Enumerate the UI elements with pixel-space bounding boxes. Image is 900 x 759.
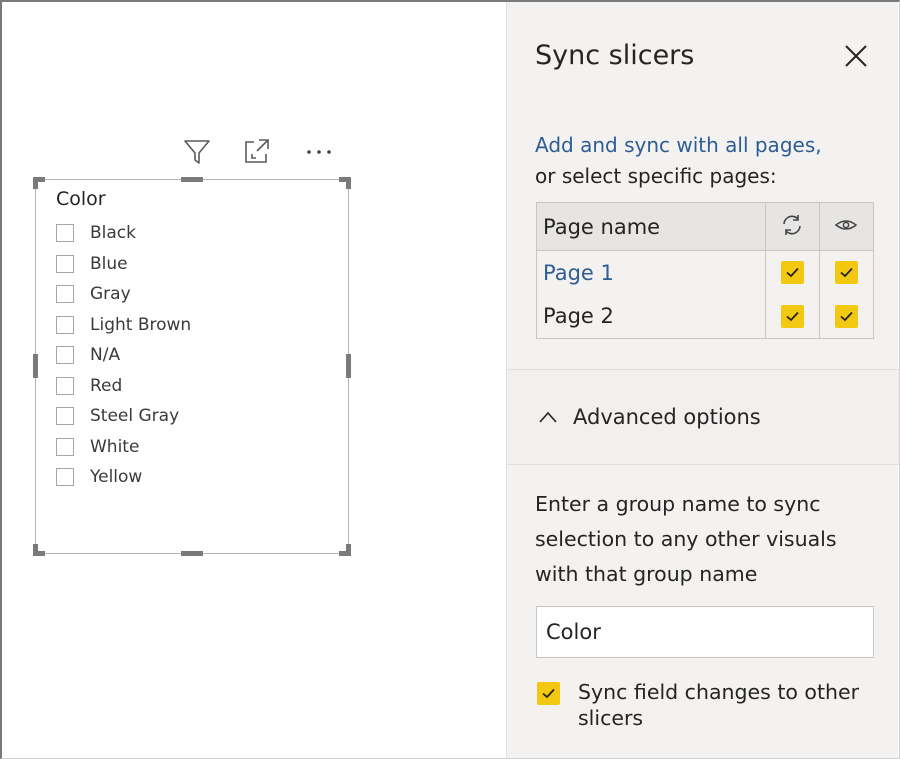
- page-name[interactable]: Page 1: [543, 261, 614, 285]
- resize-handle[interactable]: [346, 354, 351, 378]
- resize-handle[interactable]: [33, 544, 38, 556]
- add-sync-all-pages-link[interactable]: Add and sync with all pages,: [535, 130, 822, 161]
- slicer-item-label: N/A: [90, 345, 121, 366]
- advanced-options-label: Advanced options: [573, 405, 761, 429]
- table-row: Page 1: [536, 250, 875, 295]
- slicer-checkbox[interactable]: [56, 285, 74, 304]
- sync-slicers-pane: Sync slicers Add and sync with all pages…: [506, 2, 899, 758]
- slicer-item-label: Steel Gray: [90, 406, 180, 427]
- slicer-item-label: Blue: [90, 253, 128, 274]
- chevron-up-icon: [537, 406, 559, 428]
- slicer-checkbox[interactable]: [56, 346, 74, 365]
- group-name-description: Enter a group name to sync selection to …: [535, 492, 837, 586]
- sync-checkbox[interactable]: [780, 304, 804, 328]
- slicer-item[interactable]: Light Brown: [56, 310, 191, 341]
- slicer-checkbox[interactable]: [56, 254, 74, 273]
- slicer-item[interactable]: Steel Gray: [56, 401, 191, 432]
- page-name-cell[interactable]: Page 1: [536, 250, 766, 295]
- slicer-checkbox[interactable]: [56, 407, 74, 426]
- sync-icon: [779, 214, 805, 242]
- slicer-item[interactable]: Gray: [56, 279, 191, 310]
- page-name[interactable]: Page 2: [543, 304, 614, 328]
- advanced-options-toggle[interactable]: Advanced options: [507, 369, 899, 465]
- visible-cell: [818, 250, 875, 295]
- sync-intro: Add and sync with all pages, or select s…: [535, 130, 822, 192]
- sync-cell: [764, 294, 820, 339]
- sync-field-changes-option[interactable]: Sync field changes to other slicers: [537, 679, 868, 731]
- resize-handle[interactable]: [181, 177, 203, 182]
- slicer-checkbox[interactable]: [56, 437, 74, 456]
- slicer-item[interactable]: Blue: [56, 249, 191, 280]
- table-row: Page 2: [536, 294, 875, 339]
- focus-mode-icon[interactable]: [240, 134, 274, 168]
- group-name-input[interactable]: [536, 606, 874, 658]
- color-slicer[interactable]: Color Black Blue Gray Light Brown N/A Re…: [33, 177, 351, 556]
- more-options-icon[interactable]: [302, 134, 336, 168]
- slicer-item-label: Yellow: [90, 467, 143, 488]
- filter-icon[interactable]: [180, 134, 214, 168]
- slicer-checkbox[interactable]: [56, 376, 74, 395]
- table-header-row: Page name: [536, 202, 875, 251]
- sync-cell: [764, 250, 820, 295]
- slicer-item-label: Light Brown: [90, 314, 192, 335]
- slicer-title: Color: [56, 188, 106, 210]
- page-name-header: Page name: [536, 202, 766, 251]
- pane-title: Sync slicers: [535, 40, 695, 71]
- visible-cell: [818, 294, 875, 339]
- resize-handle[interactable]: [346, 544, 351, 556]
- slicer-item-label: Black: [90, 223, 136, 244]
- resize-handle[interactable]: [181, 551, 203, 556]
- visible-checkbox[interactable]: [834, 261, 858, 285]
- slicer-item[interactable]: Black: [56, 218, 191, 249]
- slicer-item-label: Red: [90, 375, 123, 396]
- slicer-checkbox[interactable]: [56, 468, 74, 487]
- resize-handle[interactable]: [346, 177, 351, 189]
- slicer-checkbox[interactable]: [56, 224, 74, 243]
- slicer-list: Black Blue Gray Light Brown N/A Red Stee…: [56, 218, 191, 493]
- resize-handle[interactable]: [33, 354, 38, 378]
- visible-checkbox[interactable]: [834, 304, 858, 328]
- page-name-cell[interactable]: Page 2: [536, 294, 766, 339]
- slicer-checkbox[interactable]: [56, 315, 74, 334]
- sync-field-changes-checkbox[interactable]: [537, 682, 560, 705]
- sync-intro-text: or select specific pages:: [535, 164, 777, 188]
- sync-field-changes-label: Sync field changes to other slicers: [578, 680, 860, 730]
- pages-table: Page name Page 1 Page 2: [536, 202, 875, 339]
- resize-handle[interactable]: [33, 177, 38, 189]
- sync-column-header: [764, 202, 820, 251]
- visual-header: [180, 134, 340, 168]
- slicer-item[interactable]: N/A: [56, 340, 191, 371]
- slicer-item[interactable]: White: [56, 432, 191, 463]
- visible-column-header: [818, 202, 875, 251]
- slicer-item[interactable]: Red: [56, 371, 191, 402]
- slicer-item-label: White: [90, 436, 140, 457]
- slicer-item-label: Gray: [90, 284, 131, 305]
- slicer-item[interactable]: Yellow: [56, 462, 191, 493]
- eye-icon: [833, 219, 859, 242]
- sync-checkbox[interactable]: [780, 261, 804, 285]
- report-canvas: Color Black Blue Gray Light Brown N/A Re…: [2, 2, 506, 757]
- close-icon[interactable]: [840, 40, 872, 72]
